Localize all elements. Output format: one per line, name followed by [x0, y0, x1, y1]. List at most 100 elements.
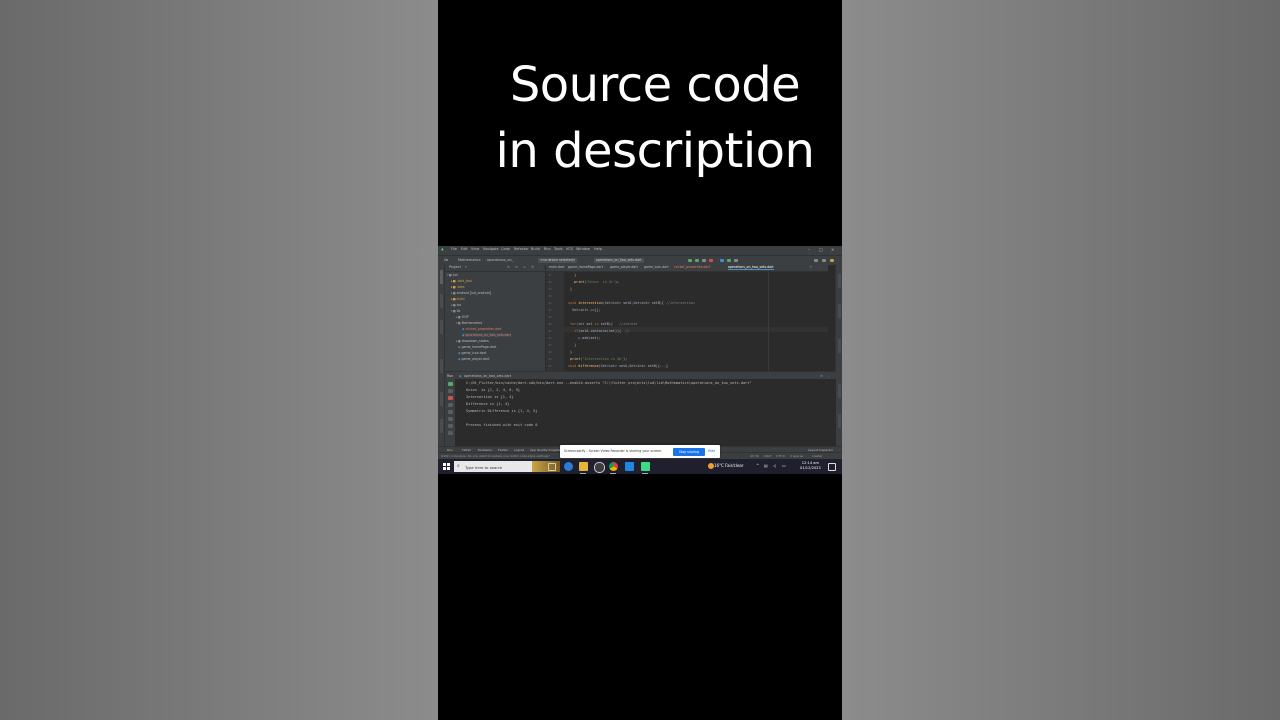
settings-icon[interactable]: [822, 258, 826, 262]
tree-item[interactable]: ▾■ Mathematics: [456, 321, 482, 325]
vscode-icon[interactable]: [625, 462, 634, 471]
tab-game-homepage[interactable]: game_homePage.dart: [568, 265, 603, 269]
file-explorer-icon[interactable]: [579, 462, 588, 471]
locate-icon[interactable]: ⊕: [507, 264, 510, 271]
expand-icon[interactable]: ≑: [523, 264, 526, 271]
breadcrumb-mathematics[interactable]: Mathematics: [458, 258, 481, 262]
history-icon[interactable]: [734, 258, 738, 262]
tree-item[interactable]: ▸■ .dart_tool: [451, 279, 472, 283]
close-icon[interactable]: ×: [831, 247, 834, 252]
taskbar-search[interactable]: ⌕ Type here to search: [454, 461, 560, 472]
volume-icon[interactable]: ◁: [773, 463, 776, 468]
run-console[interactable]: C:/Dt_Flutter/bin/cache/dart-sdk/bin/dar…: [445, 379, 836, 446]
breadcrumb-lib[interactable]: lib: [444, 258, 448, 262]
menu-window[interactable]: Window: [576, 247, 590, 251]
taskbar-clock[interactable]: 12:14 am 01/12/2023: [800, 461, 821, 471]
chevron-down-icon[interactable]: ▾: [465, 264, 467, 271]
vcs-branch[interactable]: master: [812, 454, 823, 458]
menu-vcs[interactable]: VCS: [566, 247, 573, 251]
run-icon[interactable]: [688, 258, 692, 262]
profile-icon[interactable]: [702, 258, 706, 262]
menu-run[interactable]: Run: [544, 247, 551, 251]
status-message[interactable]: Kotlin code style: Do you want to update…: [441, 454, 550, 458]
tree-item[interactable]: ▸■ android [lud_android]: [451, 291, 491, 295]
pin-icon[interactable]: [447, 431, 453, 435]
hide-icon[interactable]: –: [538, 264, 540, 271]
resource-manager-tab[interactable]: [439, 294, 443, 308]
menu-refactor[interactable]: Refactor: [514, 247, 529, 251]
edge-icon[interactable]: [564, 462, 573, 471]
tree-item[interactable]: ▸■ ios: [451, 303, 461, 307]
bookmarks-tool-tab[interactable]: [439, 392, 443, 406]
battery-icon[interactable]: ▭: [782, 463, 786, 468]
rerun-icon[interactable]: [447, 382, 453, 386]
caret-position[interactable]: 43:36: [750, 454, 759, 458]
android-studio-icon[interactable]: [641, 462, 650, 471]
trash-icon[interactable]: [447, 424, 453, 428]
gradle-tool-tab[interactable]: [837, 274, 841, 288]
tree-item[interactable]: ▸■ dropdown_states: [456, 339, 489, 343]
project-tool-tab[interactable]: [439, 270, 443, 284]
run-tab-active[interactable]: operations_on_two_sets.dart: [464, 374, 511, 378]
wrench-icon[interactable]: [447, 389, 453, 393]
tree-item-file[interactable]: ◆ cricket_properties.dart: [462, 327, 502, 331]
minimize-icon[interactable]: –: [808, 247, 810, 252]
code-editor[interactable]: main.dart game_homePage.dart game_player…: [546, 264, 828, 371]
build-variants-tab[interactable]: [439, 419, 443, 433]
windows-start-icon[interactable]: [443, 463, 450, 470]
gear-icon[interactable]: ⚙: [820, 374, 823, 378]
menu-code[interactable]: Code: [501, 247, 510, 251]
tab-game-icon[interactable]: game_icon.dart: [644, 265, 669, 269]
tree-item[interactable]: ▸■ OOP: [456, 315, 469, 319]
hide-icon[interactable]: –: [828, 374, 830, 378]
scroll-end-icon[interactable]: [447, 403, 453, 407]
menu-navigate[interactable]: Navigate: [483, 247, 499, 251]
tree-item-file[interactable]: ◆ game_player.dart: [458, 357, 489, 361]
tab-game-player[interactable]: game_player.dart: [610, 265, 638, 269]
device-manager-tab[interactable]: [837, 304, 841, 318]
menu-edit[interactable]: Edit: [461, 247, 468, 251]
line-separator[interactable]: CRLF: [764, 454, 772, 458]
soft-wrap-icon[interactable]: [447, 410, 453, 414]
project-panel-title[interactable]: Project: [449, 265, 461, 269]
task-view-icon[interactable]: [548, 463, 556, 471]
menu-build[interactable]: Build: [531, 247, 540, 251]
hide-button[interactable]: Hide: [708, 449, 715, 453]
tree-item-file-selected[interactable]: ◆ operations_on_two_sets.dart: [462, 333, 512, 337]
flutter-outline-tab[interactable]: [837, 339, 841, 353]
tree-item-file[interactable]: ◆ game_icon.dart: [458, 351, 486, 355]
tree-item[interactable]: ▸■ .idea: [451, 285, 464, 289]
avatar-icon[interactable]: [830, 258, 834, 262]
weather-text[interactable]: 16°C Fair/clear: [714, 463, 744, 468]
debug-icon[interactable]: [695, 258, 699, 262]
hot-reload-icon[interactable]: [720, 258, 724, 262]
tab-operations-on-two-sets[interactable]: operations_on_two_sets.dart: [728, 265, 774, 270]
device-file-explorer-tab[interactable]: [837, 414, 841, 428]
tree-item-root[interactable]: ▾■ lud: [447, 273, 458, 277]
search-icon[interactable]: [814, 258, 818, 262]
tree-item[interactable]: ▸■ build: [451, 297, 464, 301]
more-icon[interactable]: ⋮: [818, 265, 821, 269]
notification-icon[interactable]: [828, 463, 836, 471]
chrome-icon[interactable]: [609, 462, 618, 471]
file-encoding[interactable]: UTF-8: [776, 454, 785, 458]
menu-view[interactable]: View: [471, 247, 479, 251]
tab-main[interactable]: main.dart: [549, 265, 565, 269]
indent-setting[interactable]: 2 spaces: [790, 454, 803, 458]
device-selector[interactable]: <no device selected>: [538, 257, 578, 263]
stop-sharing-button[interactable]: Stop sharing: [673, 447, 705, 456]
tree-item[interactable]: ▾■ lib: [451, 309, 460, 313]
run-config-selector[interactable]: operations_on_two_sets.dart: [594, 257, 644, 263]
menu-file[interactable]: File: [451, 247, 457, 251]
tree-item-file[interactable]: ◆ game_homePage.dart: [458, 345, 496, 349]
maximize-icon[interactable]: □: [819, 247, 823, 252]
collapse-icon[interactable]: ≡: [515, 264, 518, 271]
stop-icon[interactable]: [709, 258, 713, 262]
chevron-up-icon[interactable]: ^: [756, 463, 759, 468]
commit-icon[interactable]: [727, 258, 731, 262]
emulator-tab[interactable]: [837, 384, 841, 398]
commit-tool-tab[interactable]: [439, 320, 443, 334]
obs-icon[interactable]: [594, 462, 605, 473]
menu-help[interactable]: Help: [594, 247, 602, 251]
print-icon[interactable]: [447, 417, 453, 421]
